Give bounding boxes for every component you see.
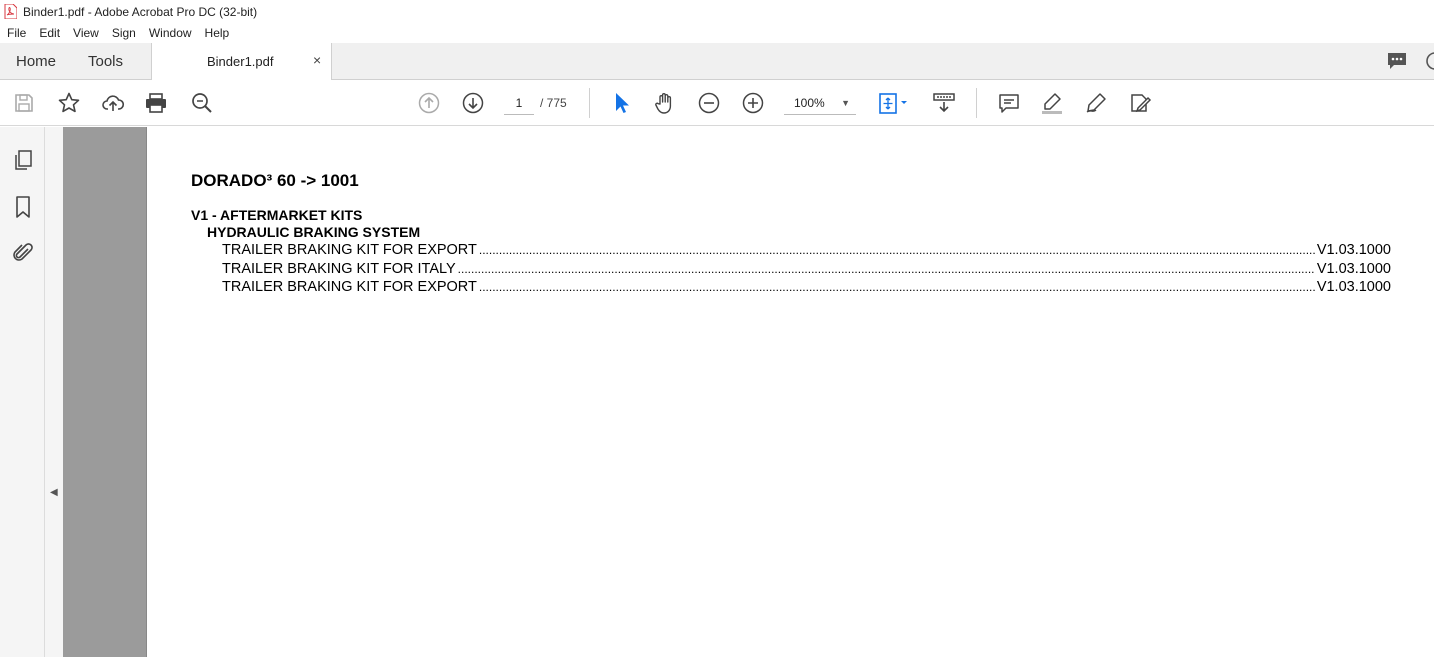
pdf-page: DORADO³ 60 -> 1001 V1 - AFTERMARKET KITS… (146, 127, 1434, 657)
title-bar: Binder1.pdf - Adobe Acrobat Pro DC (32-b… (0, 0, 1434, 23)
attachments-paperclip-icon[interactable] (11, 241, 35, 265)
zoom-level-value: 100% (794, 96, 825, 110)
toc-entry-ref: V1.03.1000 (1316, 279, 1391, 295)
window-title: Binder1.pdf - Adobe Acrobat Pro DC (32-b… (23, 4, 258, 19)
next-page-icon[interactable] (461, 91, 485, 115)
toc-dot-leader (479, 279, 1315, 297)
select-cursor-icon[interactable] (609, 91, 633, 115)
fill-sign-icon[interactable] (1128, 91, 1152, 115)
zoom-out-icon[interactable] (697, 91, 721, 115)
toc-entry-ref: V1.03.1000 (1316, 242, 1391, 258)
find-zoom-icon[interactable] (190, 91, 214, 115)
tab-close-icon[interactable]: × (313, 52, 321, 68)
toc-entry[interactable]: TRAILER BRAKING KIT FOR EXPORT V1.03.100… (222, 279, 1391, 297)
navigation-pane (0, 127, 45, 657)
pdf-app-icon (4, 4, 17, 19)
main-toolbar: 1 / 775 100% ▼ (0, 80, 1434, 126)
tab-document-label: Binder1.pdf (207, 54, 274, 69)
menu-bar: File Edit View Sign Window Help (0, 23, 1434, 43)
comment-bubble-icon[interactable] (1386, 50, 1408, 72)
toc-dot-leader (479, 242, 1315, 260)
upload-cloud-icon[interactable] (101, 91, 125, 115)
chevron-down-icon: ▼ (841, 98, 850, 108)
collapse-arrow-icon[interactable]: ◀ (50, 487, 58, 498)
menu-file[interactable]: File (7, 26, 26, 40)
pane-splitter[interactable]: ◀ (45, 127, 63, 657)
hand-tool-icon[interactable] (653, 91, 677, 115)
tab-home[interactable]: Home (16, 53, 56, 70)
toc-entry[interactable]: TRAILER BRAKING KIT FOR EXPORT V1.03.100… (222, 242, 1391, 260)
menu-edit[interactable]: Edit (39, 26, 60, 40)
page-total: / 775 (540, 96, 567, 110)
print-icon[interactable] (144, 91, 168, 115)
page-number-input[interactable]: 1 (504, 93, 534, 115)
fit-page-icon[interactable] (877, 91, 911, 115)
draw-pen-icon[interactable] (1084, 91, 1108, 115)
toc-subsection-heading: HYDRAULIC BRAKING SYSTEM (207, 224, 421, 240)
page-thumbnails-icon[interactable] (11, 148, 35, 172)
comment-icon[interactable] (997, 91, 1021, 115)
document-background (63, 127, 146, 657)
previous-page-icon[interactable] (417, 91, 441, 115)
bookmark-star-icon[interactable] (57, 91, 81, 115)
toc-entry-ref: V1.03.1000 (1316, 261, 1391, 277)
document-title: DORADO³ 60 -> 1001 (191, 171, 359, 190)
menu-help[interactable]: Help (205, 26, 230, 40)
toc-section-heading: V1 - AFTERMARKET KITS (191, 207, 363, 223)
toolbar-divider (589, 88, 590, 118)
tab-bar: Home Tools Binder1.pdf × (0, 43, 1434, 80)
tab-tools[interactable]: Tools (88, 53, 123, 70)
toc-dot-leader (458, 261, 1315, 279)
save-icon[interactable] (12, 91, 36, 115)
menu-view[interactable]: View (73, 26, 99, 40)
menu-sign[interactable]: Sign (112, 26, 136, 40)
toc-entry-title: TRAILER BRAKING KIT FOR EXPORT (222, 242, 477, 258)
toolbar-divider (976, 88, 977, 118)
menu-window[interactable]: Window (149, 26, 192, 40)
toc-entry-title: TRAILER BRAKING KIT FOR ITALY (222, 261, 456, 277)
bookmarks-icon[interactable] (11, 195, 35, 219)
zoom-in-icon[interactable] (741, 91, 765, 115)
scroll-mode-icon[interactable] (932, 91, 956, 115)
tab-document[interactable]: Binder1.pdf × (151, 43, 332, 80)
toc-entry-title: TRAILER BRAKING KIT FOR EXPORT (222, 279, 477, 295)
toc-entry[interactable]: TRAILER BRAKING KIT FOR ITALY V1.03.1000 (222, 261, 1391, 279)
highlight-pen-icon[interactable] (1040, 91, 1064, 115)
help-icon[interactable] (1424, 50, 1434, 72)
zoom-level-select[interactable]: 100% ▼ (784, 93, 856, 115)
